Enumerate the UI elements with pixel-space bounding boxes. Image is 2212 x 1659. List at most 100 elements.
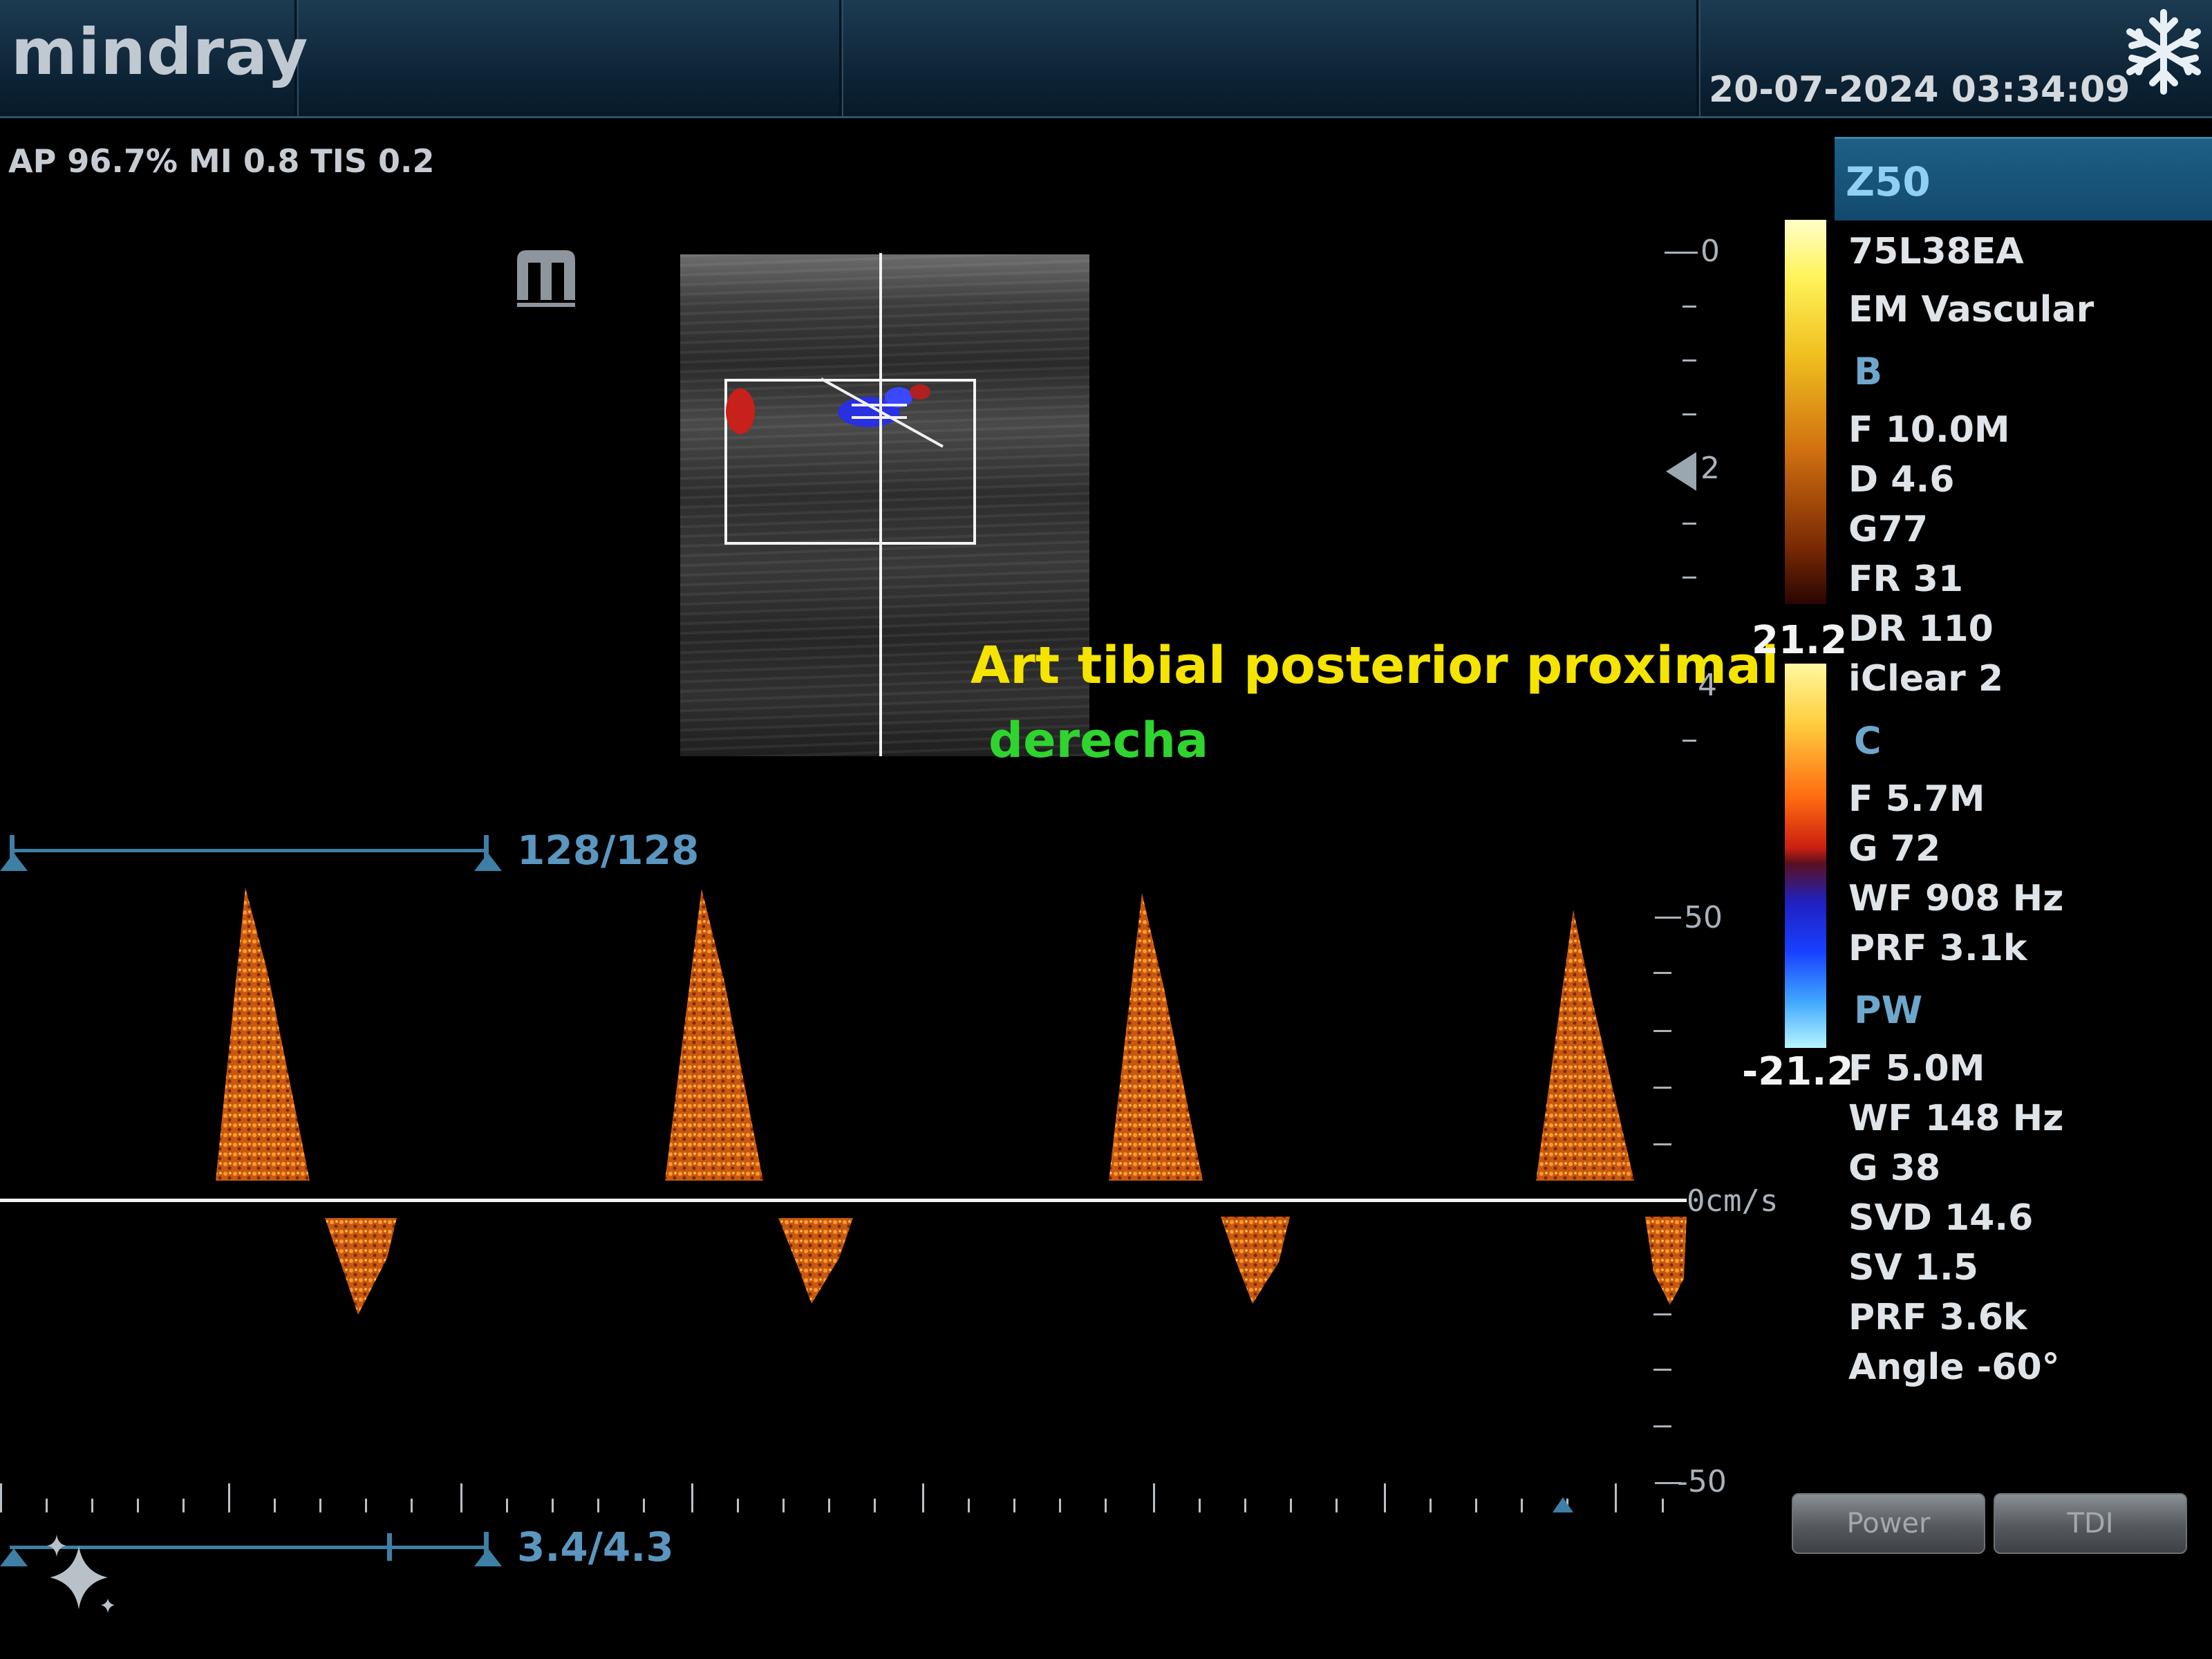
depth-label-2: 2 bbox=[1700, 451, 1720, 486]
time-tick bbox=[691, 1483, 693, 1512]
divider bbox=[1696, 0, 1698, 116]
time-tick bbox=[1475, 1499, 1477, 1512]
time-tick bbox=[1662, 1499, 1664, 1512]
b-param: G77 bbox=[1848, 509, 1929, 550]
cine-slider-top[interactable] bbox=[10, 849, 487, 852]
colorbar-min: -21.2 bbox=[1742, 1049, 1854, 1094]
b-param: iClear 2 bbox=[1848, 658, 2004, 700]
c-param: F 5.7M bbox=[1848, 778, 1985, 820]
velocity-tick bbox=[1653, 1425, 1671, 1427]
divider bbox=[1699, 0, 1700, 116]
velocity-label-zero: 0cm/s bbox=[1687, 1183, 1779, 1219]
time-tick bbox=[1059, 1499, 1061, 1512]
b-mode-gray-map-bar bbox=[1785, 220, 1826, 604]
b-mode-header: B bbox=[1854, 350, 1883, 393]
time-tick bbox=[137, 1499, 139, 1512]
velocity-tick bbox=[1653, 1143, 1671, 1145]
slider-handle-mid[interactable] bbox=[387, 1533, 392, 1561]
doppler-cursor-line[interactable] bbox=[879, 253, 882, 756]
time-tick bbox=[968, 1499, 970, 1512]
pw-param: SV 1.5 bbox=[1848, 1247, 1978, 1288]
depth-tick bbox=[1683, 413, 1696, 415]
time-tick bbox=[91, 1499, 93, 1512]
mindray-logo: mindray bbox=[11, 15, 309, 89]
cine-frame-counter: 128/128 bbox=[517, 827, 700, 874]
annotation-vessel[interactable]: Art tibial posterior proximal bbox=[971, 636, 1779, 695]
depth-tick bbox=[1683, 577, 1696, 579]
exam-preset: EM Vascular bbox=[1848, 289, 2094, 330]
time-tick bbox=[1384, 1483, 1386, 1512]
cine-time-counter: 3.4/4.3 bbox=[517, 1524, 674, 1571]
time-tick bbox=[1153, 1483, 1155, 1512]
velocity-tick bbox=[1655, 917, 1681, 919]
time-tick bbox=[411, 1499, 413, 1512]
depth-tick bbox=[1683, 306, 1696, 308]
velocity-tick bbox=[1653, 1087, 1671, 1089]
pw-param: SVD 14.6 bbox=[1848, 1197, 2034, 1239]
b-param: FR 31 bbox=[1848, 559, 1964, 600]
power-button[interactable]: Power bbox=[1792, 1493, 1985, 1554]
time-tick bbox=[782, 1499, 785, 1512]
depth-label-0: 0 bbox=[1700, 234, 1720, 269]
time-tick bbox=[1013, 1499, 1015, 1512]
b-param: D 4.6 bbox=[1848, 459, 1955, 500]
time-tick bbox=[319, 1499, 321, 1512]
depth-tick bbox=[1683, 740, 1696, 742]
tdi-button[interactable]: TDI bbox=[1994, 1493, 2187, 1554]
time-tick bbox=[1105, 1499, 1107, 1512]
time-tick bbox=[828, 1499, 830, 1512]
timeline-marker-icon bbox=[1553, 1497, 1573, 1512]
slider-marker-icon bbox=[474, 853, 502, 871]
slider-marker-icon bbox=[474, 1548, 502, 1566]
time-tick bbox=[460, 1483, 462, 1512]
pw-param: F 5.0M bbox=[1848, 1048, 1985, 1089]
pw-param: G 38 bbox=[1848, 1147, 1941, 1189]
time-tick bbox=[1521, 1499, 1523, 1512]
time-tick bbox=[46, 1499, 48, 1512]
time-tick bbox=[552, 1499, 554, 1512]
time-tick bbox=[1615, 1483, 1617, 1512]
b-param: DR 110 bbox=[1848, 608, 1994, 650]
color-mode-header: C bbox=[1854, 719, 1882, 762]
pw-doppler-spectrum bbox=[216, 888, 1687, 1315]
velocity-tick bbox=[1653, 1313, 1671, 1315]
depth-tick bbox=[1665, 252, 1698, 254]
focus-marker-icon[interactable] bbox=[1666, 452, 1698, 491]
time-tick bbox=[506, 1499, 508, 1512]
model-name: Z50 bbox=[1846, 158, 1931, 205]
pw-param: PRF 3.6k bbox=[1848, 1297, 2027, 1338]
acoustic-output-readout: AP 96.7% MI 0.8 TIS 0.2 bbox=[8, 142, 435, 180]
doppler-baseline[interactable] bbox=[0, 1199, 1687, 1202]
annotation-side[interactable]: derecha bbox=[988, 712, 1208, 769]
time-tick bbox=[1199, 1499, 1201, 1512]
velocity-tick bbox=[1653, 1030, 1671, 1032]
color-flow-red bbox=[726, 388, 755, 434]
snowflake-icon[interactable] bbox=[2122, 7, 2205, 97]
c-param: WF 908 Hz bbox=[1848, 878, 2064, 919]
time-tick bbox=[1244, 1499, 1246, 1512]
pw-param: WF 148 Hz bbox=[1848, 1098, 2064, 1139]
slider-marker-icon bbox=[0, 853, 28, 871]
probe-name: 75L38EA bbox=[1848, 231, 2024, 272]
time-tick bbox=[1335, 1499, 1338, 1512]
slider-marker-icon bbox=[0, 1548, 28, 1566]
depth-tick bbox=[1683, 523, 1696, 525]
time-tick bbox=[182, 1499, 185, 1512]
time-tick bbox=[1290, 1499, 1292, 1512]
date-time: 20-07-2024 03:34:09 bbox=[1709, 69, 2130, 111]
system-model-header: Z50 bbox=[1835, 137, 2212, 221]
time-tick bbox=[597, 1499, 599, 1512]
time-tick bbox=[365, 1499, 367, 1512]
divider bbox=[839, 0, 841, 116]
top-bar: mindray 20-07-2024 03:34:09 bbox=[0, 0, 2212, 118]
depth-label-4: 4 bbox=[1698, 668, 1717, 703]
depth-tick bbox=[1683, 359, 1696, 362]
time-tick bbox=[1430, 1499, 1432, 1512]
colorbar-max: 21.2 bbox=[1752, 618, 1848, 663]
velocity-tick bbox=[1653, 1369, 1671, 1371]
color-flow-blue-2 bbox=[885, 387, 912, 408]
pw-mode-header: PW bbox=[1854, 988, 1923, 1032]
c-param: G 72 bbox=[1848, 828, 1941, 870]
time-tick bbox=[0, 1483, 2, 1512]
velocity-label-bottom: -50 bbox=[1677, 1464, 1727, 1499]
